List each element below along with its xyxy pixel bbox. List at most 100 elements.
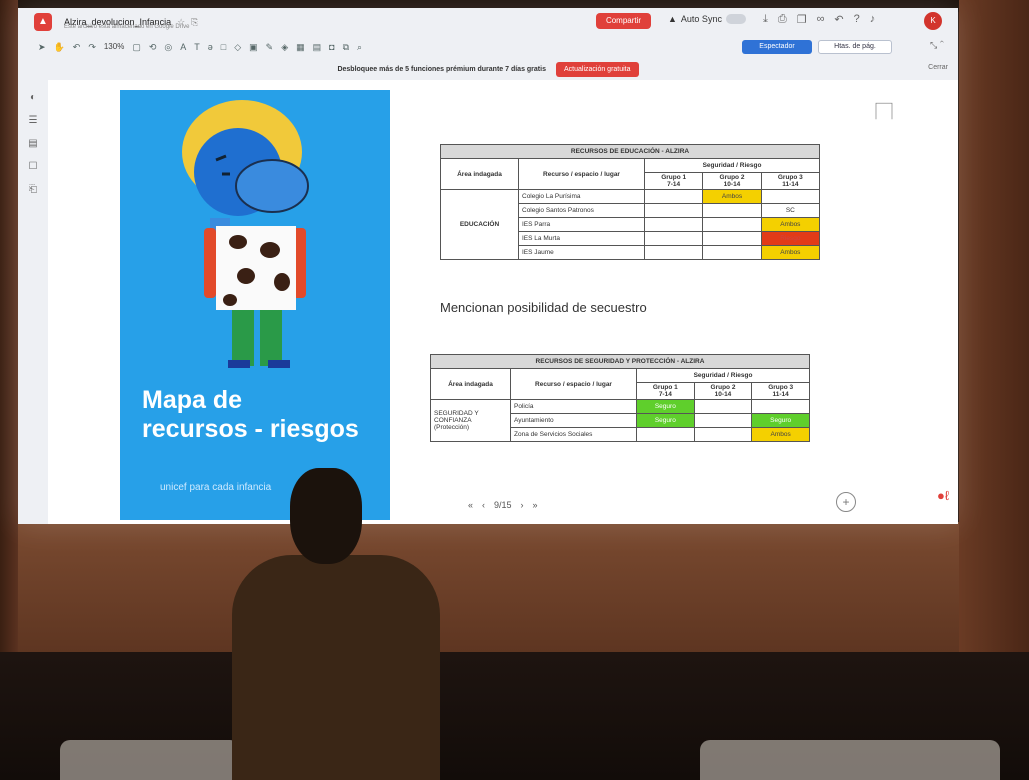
projected-screen: ▲ Alzira_devolucion_Infancia ☆ ⎘ Este ar… xyxy=(18,8,958,524)
download-icon[interactable]: ⤓ xyxy=(763,13,768,26)
pager: « ‹ 9/15 › » xyxy=(468,500,538,510)
group-header: Grupo 2 10-14 xyxy=(702,172,762,190)
annotation-icon[interactable]: ▤ xyxy=(18,138,48,149)
stage-object xyxy=(60,740,240,780)
col-header-resource: Recurso / espacio / lugar xyxy=(518,158,645,190)
share-button[interactable]: Compartir xyxy=(596,13,651,29)
promo-close-button[interactable]: Cerrar xyxy=(928,64,948,71)
resource-cell: Ayuntamiento xyxy=(510,413,637,428)
g1-cell xyxy=(636,427,695,442)
help-icon[interactable]: ? xyxy=(854,13,860,26)
g2-cell xyxy=(702,245,762,260)
comment-icon[interactable]: ◘ xyxy=(329,42,334,53)
resource-cell: IES Jaume xyxy=(518,245,645,260)
g3-cell xyxy=(760,189,821,204)
area-cell: EDUCACIÓN xyxy=(440,189,519,260)
text-icon[interactable]: T xyxy=(194,42,200,53)
resource-cell: Colegio La Purísima xyxy=(518,189,645,204)
document-canvas: Mapa de recursos - riesgos unicef para c… xyxy=(48,80,958,524)
stage-floor xyxy=(0,652,1029,780)
last-page-button[interactable]: » xyxy=(533,500,538,510)
g2-cell xyxy=(702,231,762,246)
resource-cell: Colegio Santos Patronos xyxy=(518,203,645,218)
tool-group: ➤ ✋ ↶ ↷ 130% ▢ ⟲ ◎ A T ə □ ◇ ▣ ✎ ◈ ▦ ▤ ◘… xyxy=(38,42,362,53)
room-wall xyxy=(0,522,1029,662)
share-link-icon[interactable]: ⎘ xyxy=(191,17,198,28)
link-icon[interactable]: ∞ xyxy=(817,13,825,26)
next-page-button[interactable]: › xyxy=(521,500,524,510)
g3-cell xyxy=(751,399,810,414)
thumbnail-icon[interactable]: ◐ xyxy=(18,92,48,103)
hand-icon[interactable]: ✋ xyxy=(54,42,65,53)
bookmark-icon[interactable]: ⎾⏋ xyxy=(868,98,900,122)
avatar[interactable]: K xyxy=(924,12,942,30)
g3-cell: Seguro xyxy=(751,413,810,428)
outline-icon[interactable]: ☰ xyxy=(18,115,48,126)
child-illustration xyxy=(182,100,309,368)
g2-cell xyxy=(693,399,753,414)
collapse-icon[interactable]: ⤡ ⌃ xyxy=(930,40,944,51)
spectator-button[interactable]: Espectador xyxy=(742,40,812,54)
highlight-icon[interactable]: ə xyxy=(208,42,213,53)
resource-cell: Zona de Servicios Sociales xyxy=(510,427,637,442)
stamp-icon[interactable]: ◈ xyxy=(281,42,288,53)
copy-icon[interactable]: ❐ xyxy=(797,13,807,26)
undo-icon[interactable]: ↶ xyxy=(73,42,81,53)
assistant-icon[interactable]: ●ℓ xyxy=(937,488,949,503)
unicef-footer: unicef para cada infancia xyxy=(160,482,272,493)
cover-title-line: recursos - riesgos xyxy=(142,415,359,443)
toolbar: ➤ ✋ ↶ ↷ 130% ▢ ⟲ ◎ A T ə □ ◇ ▣ ✎ ◈ ▦ ▤ ◘… xyxy=(18,36,958,58)
shape-icon[interactable]: □ xyxy=(221,42,226,53)
upgrade-button[interactable]: Actualización gratuita xyxy=(555,61,639,77)
page-tools-button[interactable]: Htas. de pág. xyxy=(818,40,892,54)
promo-text: Desbloquee más de 5 funciones prémium du… xyxy=(337,65,546,73)
sign-icon[interactable]: ✎ xyxy=(266,42,274,53)
autosync-toggle[interactable] xyxy=(725,14,746,24)
g3-cell: SC xyxy=(760,203,821,218)
rotate-icon[interactable]: ⟲ xyxy=(149,42,157,53)
col-header-safety: Seguridad / Riesgo xyxy=(644,158,820,173)
table-row: SEGURIDAD Y CONFIANZA (Protección) Policía… xyxy=(430,399,810,442)
page-icon[interactable]: ▢ xyxy=(132,42,141,53)
redo-icon[interactable]: ↷ xyxy=(88,42,96,53)
group-header: Grupo 2 10-14 xyxy=(693,382,753,400)
undo-icon[interactable]: ↶ xyxy=(834,13,843,26)
cover-illustration: Mapa de recursos - riesgos unicef para c… xyxy=(120,90,390,520)
security-table: RECURSOS DE SEGURIDAD Y PROTECCIÓN - ALZ… xyxy=(430,354,810,442)
resource-cell: IES La Murta xyxy=(518,231,645,246)
search-icon[interactable]: ⌕ xyxy=(357,42,362,53)
g1-cell: Seguro xyxy=(636,399,695,414)
g3-cell: Ambos xyxy=(751,427,810,442)
prev-page-button[interactable]: ‹ xyxy=(482,500,485,510)
resource-cell: Policía xyxy=(510,399,637,414)
form-icon[interactable]: ▤ xyxy=(313,42,322,53)
g2-cell xyxy=(702,203,762,218)
first-page-button[interactable]: « xyxy=(468,500,473,510)
text-color-icon[interactable]: A xyxy=(180,42,186,53)
col-header-safety: Seguridad / Riesgo xyxy=(636,368,810,383)
g2-cell: Ambos xyxy=(702,189,762,204)
autosync[interactable]: ▲ Auto Sync xyxy=(668,14,746,24)
promo-bar: Desbloquee más de 5 funciones prémium du… xyxy=(18,58,958,80)
compare-icon[interactable]: ⧉ xyxy=(343,42,349,53)
attachment-icon[interactable]: ⎗ xyxy=(18,184,48,195)
g1-cell xyxy=(643,189,704,204)
cover-title: Mapa de recursos - riesgos xyxy=(142,386,359,444)
page-indicator: 9/15 xyxy=(494,500,512,510)
presenter-head xyxy=(290,468,362,564)
bookmark-panel-icon[interactable]: ☐ xyxy=(18,161,48,172)
fill-icon[interactable]: ◇ xyxy=(234,42,241,53)
cloud-icon: ▲ xyxy=(668,14,677,24)
g3-cell: Riesgo xyxy=(760,231,821,246)
group-header: Grupo 3 11-14 xyxy=(760,172,821,190)
bell-icon[interactable]: ♪ xyxy=(870,13,876,26)
add-page-icon[interactable]: + xyxy=(836,492,856,512)
image-icon[interactable]: ▣ xyxy=(249,42,258,53)
draw-icon[interactable]: ◎ xyxy=(164,42,172,53)
cursor-icon[interactable]: ➤ xyxy=(38,42,46,53)
table-caption: RECURSOS DE EDUCACIÓN - ALZIRA xyxy=(440,144,820,159)
g2-cell xyxy=(693,413,753,428)
table-icon[interactable]: ▦ xyxy=(296,42,305,53)
zoom-select[interactable]: 130% xyxy=(104,42,124,53)
print-icon[interactable]: ⎙ xyxy=(778,13,787,26)
